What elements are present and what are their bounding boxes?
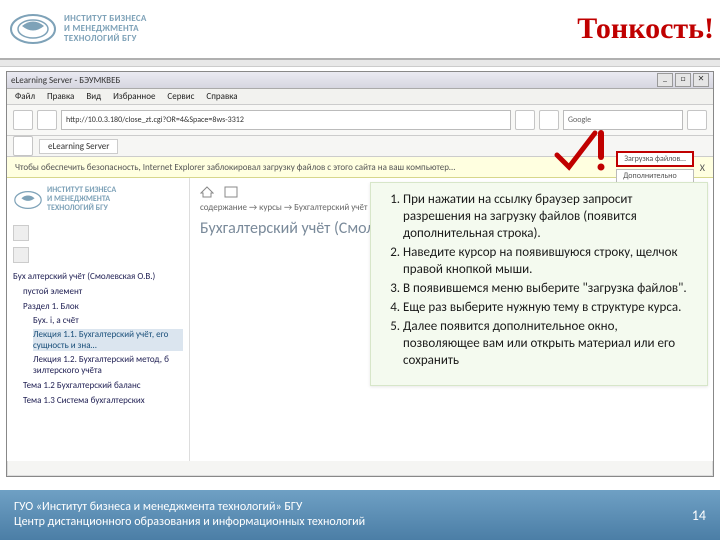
sidebar-logo-line: ТЕХНОЛОГИЙ БГУ	[47, 204, 116, 213]
browser-menubar: Файл Правка Вид Избранное Сервис Справка	[7, 89, 713, 105]
back-button[interactable]	[13, 110, 33, 130]
logo-line: ТЕХНОЛОГИЙ БГУ	[64, 34, 147, 44]
search-box[interactable]: Google	[563, 110, 683, 130]
url-text: http://10.0.3.180/close_zt.cgi?OR=4&Spac…	[66, 115, 244, 125]
nav-icon[interactable]	[224, 186, 238, 198]
menu-item[interactable]: Избранное	[113, 91, 155, 102]
tree-item[interactable]: Раздел 1. Блок	[23, 301, 183, 312]
instructions-panel: При нажатии на ссылку браузер запросит р…	[370, 182, 708, 386]
browser-titlebar: eLearning Server - БЭУМКВЕБ _ □ ✕	[7, 72, 713, 89]
search-go-button[interactable]	[687, 110, 707, 130]
sidebar-logo: ИНСТИТУТ БИЗНЕСА И МЕНЕДЖМЕНТА ТЕХНОЛОГИ…	[13, 186, 183, 213]
sidebar-tool-icon[interactable]	[13, 247, 29, 263]
instruction-item: При нажатии на ссылку браузер запросит р…	[403, 191, 697, 242]
minimize-button[interactable]: _	[657, 73, 673, 87]
browser-tabs: eLearning Server	[7, 136, 713, 157]
tree-item[interactable]: Тема 1.3 Система бухгалтерских	[23, 395, 183, 406]
window-title: eLearning Server - БЭУМКВЕБ	[11, 75, 657, 86]
security-infobar[interactable]: Чтобы обеспечить безопасность, Internet …	[7, 157, 713, 178]
slide-title: Тонкость!	[577, 12, 720, 46]
tree-item[interactable]: Лекция 1.2. Бухгалтерский метод, б зилте…	[33, 354, 183, 376]
sidebar-tool-icon[interactable]	[13, 225, 29, 241]
footer-line: Центр дистанционного образования и инфор…	[14, 515, 692, 530]
footer-line: ГУО «Институт бизнеса и менеджмента техн…	[14, 500, 692, 515]
instruction-item: Наведите курсор на появившуюся строку, щ…	[403, 244, 697, 278]
tree-item[interactable]: пустой элемент	[23, 286, 183, 297]
search-placeholder: Google	[568, 115, 591, 125]
favorites-icon[interactable]	[13, 136, 33, 156]
menu-item[interactable]: Справка	[206, 91, 237, 102]
forward-button[interactable]	[37, 110, 57, 130]
maximize-button[interactable]: □	[675, 73, 691, 87]
home-icon[interactable]	[200, 186, 214, 198]
tree-item-selected[interactable]: Лекция 1.1. Бухгалтерский учёт, его сущн…	[33, 329, 183, 351]
tree-item[interactable]: Тема 1.2 Бухгалтерский баланс	[23, 380, 183, 391]
slide-footer: ГУО «Институт бизнеса и менеджмента техн…	[0, 490, 720, 540]
sidebar-emblem-icon	[13, 189, 43, 211]
infobar-option-download[interactable]: Загрузка файлов…	[616, 151, 694, 167]
institute-emblem	[8, 11, 58, 47]
tree-item[interactable]: Бух алтерский учёт (Смолевская О.В.)	[13, 271, 183, 282]
header-divider	[0, 60, 720, 67]
close-button[interactable]: ✕	[693, 73, 709, 87]
menu-item[interactable]: Вид	[86, 91, 101, 102]
menu-item[interactable]: Правка	[47, 91, 74, 102]
course-tree: Бух алтерский учёт (Смолевская О.В.) пус…	[13, 271, 183, 406]
instruction-item: В появившемся меню выберите "загрузка фа…	[403, 280, 697, 297]
browser-toolbar: http://10.0.3.180/close_zt.cgi?OR=4&Spac…	[7, 105, 713, 136]
instruction-item: Далее появится дополнительное окно, позв…	[403, 318, 697, 369]
instruction-item: Еще раз выберите нужную тему в структуре…	[403, 299, 697, 316]
institute-logo-text: ИНСТИТУТ БИЗНЕСА И МЕНЕДЖМЕНТА ТЕХНОЛОГИ…	[64, 14, 147, 44]
tab-elearning[interactable]: eLearning Server	[39, 139, 118, 154]
slide-header: ИНСТИТУТ БИЗНЕСА И МЕНЕДЖМЕНТА ТЕХНОЛОГИ…	[0, 0, 720, 60]
menu-item[interactable]: Файл	[15, 91, 35, 102]
go-button[interactable]	[515, 110, 535, 130]
menu-item[interactable]: Сервис	[167, 91, 194, 102]
course-sidebar: ИНСТИТУТ БИЗНЕСА И МЕНЕДЖМЕНТА ТЕХНОЛОГИ…	[7, 178, 190, 461]
tree-item[interactable]: Бух. і, a счёт	[33, 315, 183, 326]
refresh-button[interactable]	[539, 110, 559, 130]
slide: ИНСТИТУТ БИЗНЕСА И МЕНЕДЖМЕНТА ТЕХНОЛОГИ…	[0, 0, 720, 540]
page-number: 14	[692, 508, 706, 523]
address-bar[interactable]: http://10.0.3.180/close_zt.cgi?OR=4&Spac…	[61, 110, 511, 130]
infobar-text: Чтобы обеспечить безопасность, Internet …	[15, 162, 455, 173]
infobar-close[interactable]: X	[700, 161, 705, 174]
